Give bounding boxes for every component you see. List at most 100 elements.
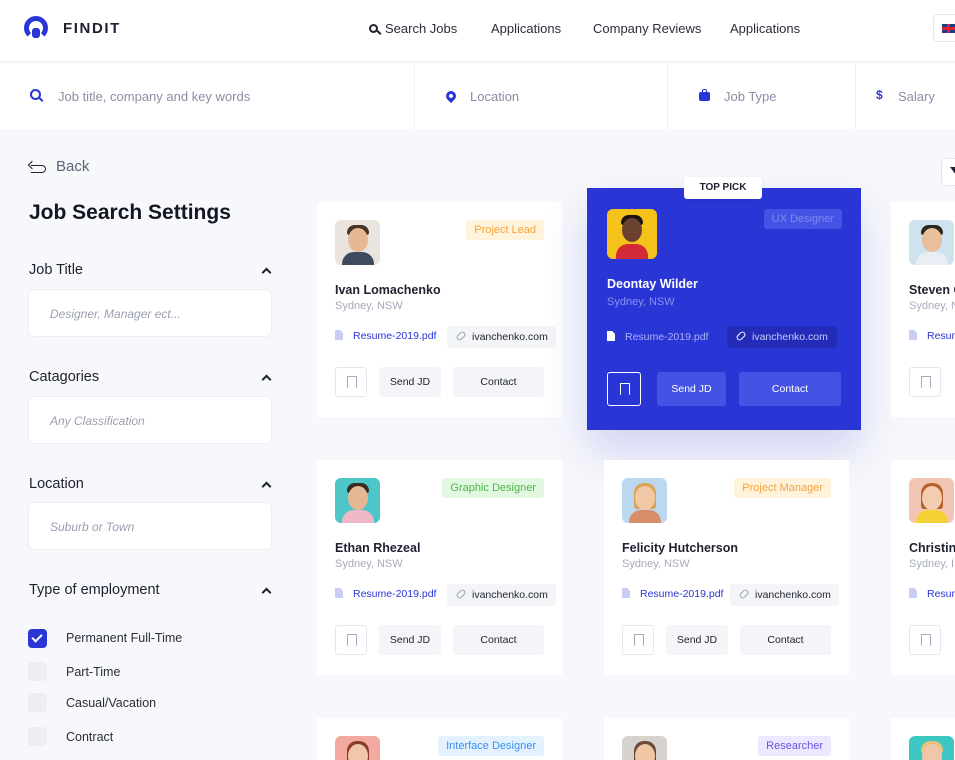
document-icon (622, 588, 630, 598)
avatar (335, 736, 380, 760)
bookmark-button[interactable] (909, 367, 941, 397)
candidate-card[interactable]: Christin Sydney, I Resum (891, 460, 955, 675)
nav-company-reviews[interactable]: Company Reviews (593, 21, 701, 36)
candidate-location: Sydney, N (909, 300, 955, 312)
location-input[interactable]: Suburb or Town (28, 502, 272, 550)
role-tag: Interface Designer (438, 736, 544, 756)
findit-logo-icon[interactable] (24, 16, 48, 40)
salary-field[interactable]: $ Salary (856, 63, 955, 129)
filter-button[interactable] (941, 158, 955, 186)
candidate-card[interactable] (891, 718, 955, 760)
contact-button[interactable]: Contact (453, 367, 544, 397)
candidate-name: Christin (909, 541, 955, 555)
avatar (622, 478, 667, 523)
bookmark-button[interactable] (622, 625, 654, 655)
chevron-up-icon[interactable] (261, 587, 272, 598)
send-jd-button[interactable]: Send JD (379, 625, 441, 655)
candidate-card[interactable]: Project Manager Felicity Hutcherson Sydn… (604, 460, 849, 675)
job-type-field[interactable]: Job Type (668, 63, 856, 129)
location-heading: Location (29, 476, 84, 492)
search-bar: Job title, company and key words Locatio… (0, 63, 955, 129)
top-pick-badge: TOP PICK (684, 177, 762, 199)
role-tag: Project Manager (734, 478, 831, 498)
categories-heading: Catagories (29, 369, 100, 385)
candidate-card[interactable]: Graphic Designer Ethan Rhezeal Sydney, N… (317, 460, 562, 675)
avatar (335, 478, 380, 523)
website-link[interactable]: ivanchenko.com (447, 326, 556, 348)
employment-type-heading: Type of employment (29, 582, 160, 598)
contact-button[interactable]: Contact (453, 625, 544, 655)
checkbox-part-time[interactable] (28, 662, 47, 681)
role-tag: UX Designer (763, 209, 842, 229)
checkbox-label: Casual/Vacation (66, 696, 157, 710)
resume-link[interactable]: Resume-2019.pdf (335, 330, 436, 342)
checkbox-label: Permanent Full-Time (66, 631, 183, 645)
bookmark-button[interactable] (335, 625, 367, 655)
document-icon (335, 588, 343, 598)
keyword-search-field[interactable]: Job title, company and key words (0, 63, 415, 129)
job-title-heading: Job Title (29, 262, 83, 278)
bookmark-button[interactable] (607, 372, 641, 406)
document-icon (607, 331, 615, 341)
dollar-icon: $ (876, 88, 883, 102)
candidate-card[interactable]: Interface Designer (317, 718, 562, 760)
brand-name[interactable]: FINDIT (63, 20, 121, 37)
nav-applications-2[interactable]: Applications (730, 21, 800, 36)
checkbox-label: Part-Time (66, 665, 121, 679)
candidate-name: Ivan Lomachenko (335, 283, 441, 297)
resume-link[interactable]: Resum (909, 588, 955, 600)
candidate-name: Deontay Wilder (607, 277, 698, 291)
resume-link[interactable]: Resum (909, 330, 955, 342)
job-title-input[interactable]: Designer, Manager ect... (28, 289, 272, 337)
send-jd-button[interactable]: Send JD (666, 625, 728, 655)
website-link[interactable]: ivanchenko.com (730, 584, 839, 606)
language-flag-button[interactable] (933, 14, 955, 42)
candidate-location: Sydney, NSW (607, 296, 675, 308)
briefcase-icon (699, 89, 710, 101)
back-button[interactable]: Back (28, 158, 89, 175)
checkbox-permanent-full-time[interactable] (28, 629, 47, 648)
candidate-location: Sydney, NSW (335, 300, 403, 312)
location-placeholder: Location (470, 89, 520, 104)
chevron-up-icon[interactable] (261, 374, 272, 385)
search-icon (30, 89, 41, 100)
avatar (335, 220, 380, 265)
nav-search-jobs[interactable]: Search Jobs (369, 21, 457, 36)
candidate-card[interactable]: Steven C Sydney, N Resum (891, 202, 955, 417)
send-jd-button[interactable]: Send JD (379, 367, 441, 397)
candidate-location: Sydney, NSW (335, 558, 403, 570)
resume-link[interactable]: Resume-2019.pdf (335, 588, 436, 600)
website-link[interactable]: ivanchenko.com (727, 326, 837, 348)
location-pin-icon (443, 88, 459, 104)
website-link[interactable]: ivanchenko.com (447, 584, 556, 606)
keyword-search-placeholder: Job title, company and key words (58, 89, 251, 104)
featured-candidate-card[interactable]: UX Designer Deontay Wilder Sydney, NSW R… (587, 188, 861, 430)
candidate-name: Ethan Rhezeal (335, 541, 421, 555)
role-tag: Graphic Designer (442, 478, 544, 498)
chevron-up-icon[interactable] (261, 481, 272, 492)
back-arrow-icon (28, 161, 46, 173)
role-tag: Project Lead (466, 220, 544, 240)
candidate-card[interactable]: Researcher (604, 718, 849, 760)
checkbox-label: Contract (66, 730, 114, 744)
uk-flag-icon (942, 24, 955, 33)
chevron-up-icon[interactable] (261, 267, 272, 278)
location-search-field[interactable]: Location (415, 63, 668, 129)
top-nav: FINDIT Search Jobs Applications Company … (0, 0, 955, 62)
bookmark-button[interactable] (335, 367, 367, 397)
filter-icon (950, 167, 955, 175)
search-icon (369, 24, 378, 33)
contact-button[interactable]: Contact (739, 372, 841, 406)
categories-input[interactable]: Any Classification (28, 396, 272, 444)
page-title: Job Search Settings (29, 201, 231, 224)
candidate-card[interactable]: Project Lead Ivan Lomachenko Sydney, NSW… (317, 202, 562, 417)
candidate-name: Steven C (909, 283, 955, 297)
nav-applications[interactable]: Applications (491, 21, 561, 36)
checkbox-casual-vacation[interactable] (28, 693, 47, 712)
bookmark-button[interactable] (909, 625, 941, 655)
checkbox-contract[interactable] (28, 727, 47, 746)
send-jd-button[interactable]: Send JD (657, 372, 726, 406)
resume-link[interactable]: Resume-2019.pdf (607, 331, 708, 343)
resume-link[interactable]: Resume-2019.pdf (622, 588, 723, 600)
contact-button[interactable]: Contact (740, 625, 831, 655)
